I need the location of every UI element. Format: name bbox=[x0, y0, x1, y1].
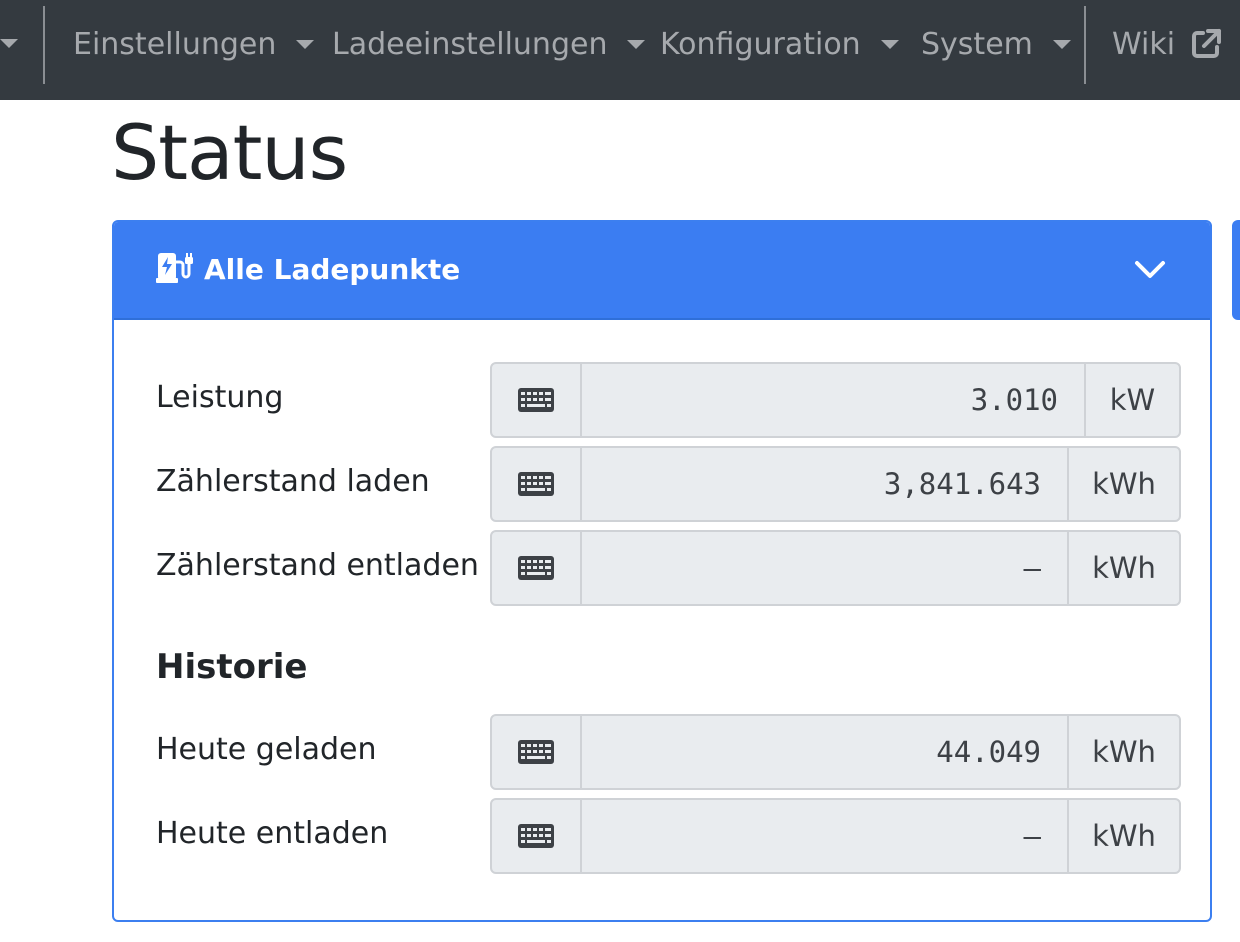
row-label-zaehlerstand-laden: Zählerstand laden bbox=[156, 464, 430, 499]
zaehlerstand-entladen-field: – kWh bbox=[490, 530, 1181, 606]
row-label-heute-geladen: Heute geladen bbox=[156, 732, 377, 767]
nav-menu-label: Ladeeinstellungen bbox=[332, 26, 608, 62]
nav-menu-konfiguration[interactable]: Konfiguration bbox=[660, 0, 899, 88]
heute-entladen-field: – kWh bbox=[490, 798, 1181, 874]
keyboard-icon bbox=[492, 716, 582, 788]
caret-down-icon bbox=[1052, 39, 1071, 49]
card-title: Alle Ladepunkte bbox=[204, 253, 461, 286]
caret-down-icon bbox=[880, 39, 899, 49]
row-label-zaehlerstand-entladen: Zählerstand entladen bbox=[156, 548, 479, 583]
previous-menu-caret-icon[interactable] bbox=[0, 39, 18, 48]
keyboard-icon bbox=[492, 364, 582, 436]
keyboard-icon bbox=[492, 532, 582, 604]
external-link-icon bbox=[1189, 27, 1223, 61]
unit-kwh: kWh bbox=[1067, 532, 1179, 604]
all-charge-points-card: Alle Ladepunkte Leistung 3.010 kW Zähler… bbox=[112, 220, 1212, 922]
chevron-down-icon[interactable] bbox=[1134, 260, 1166, 284]
unit-kwh: kWh bbox=[1067, 800, 1179, 872]
keyboard-icon bbox=[492, 448, 582, 520]
zaehlerstand-entladen-value: – bbox=[1023, 551, 1041, 585]
charging-station-icon bbox=[156, 252, 194, 288]
heute-geladen-value: 44.049 bbox=[936, 735, 1041, 769]
unit-kwh: kWh bbox=[1067, 448, 1179, 520]
zaehlerstand-laden-field: 3,841.643 kWh bbox=[490, 446, 1181, 522]
leistung-value: 3.010 bbox=[970, 383, 1058, 417]
card-header[interactable]: Alle Ladepunkte bbox=[114, 222, 1210, 320]
top-navbar: Einstellungen Ladeeinstellungen Konfigur… bbox=[0, 0, 1240, 100]
row-label-heute-entladen: Heute entladen bbox=[156, 816, 389, 851]
nav-menu-ladeeinstellungen[interactable]: Ladeeinstellungen bbox=[332, 0, 646, 88]
nav-divider bbox=[43, 6, 45, 84]
nav-menu-label: Einstellungen bbox=[73, 26, 277, 62]
nav-menu-label: System bbox=[921, 26, 1033, 62]
next-card-edge[interactable] bbox=[1232, 220, 1240, 320]
nav-menu-einstellungen[interactable]: Einstellungen bbox=[73, 0, 315, 88]
heute-entladen-value: – bbox=[1023, 819, 1041, 853]
keyboard-icon bbox=[492, 800, 582, 872]
unit-kwh: kWh bbox=[1067, 716, 1179, 788]
caret-down-icon bbox=[296, 39, 315, 49]
nav-divider bbox=[1084, 6, 1086, 84]
caret-down-icon bbox=[627, 39, 646, 49]
heute-geladen-field: 44.049 kWh bbox=[490, 714, 1181, 790]
nav-menu-system[interactable]: System bbox=[921, 0, 1071, 88]
leistung-field: 3.010 kW bbox=[490, 362, 1181, 438]
nav-link-wiki[interactable]: Wiki bbox=[1112, 0, 1223, 88]
unit-kw: kW bbox=[1084, 364, 1179, 436]
zaehlerstand-laden-value: 3,841.643 bbox=[883, 467, 1041, 501]
nav-menu-label: Konfiguration bbox=[660, 26, 861, 62]
page-title: Status bbox=[111, 108, 348, 197]
wiki-label: Wiki bbox=[1112, 26, 1176, 62]
history-heading: Historie bbox=[156, 647, 308, 687]
row-label-leistung: Leistung bbox=[156, 380, 284, 415]
